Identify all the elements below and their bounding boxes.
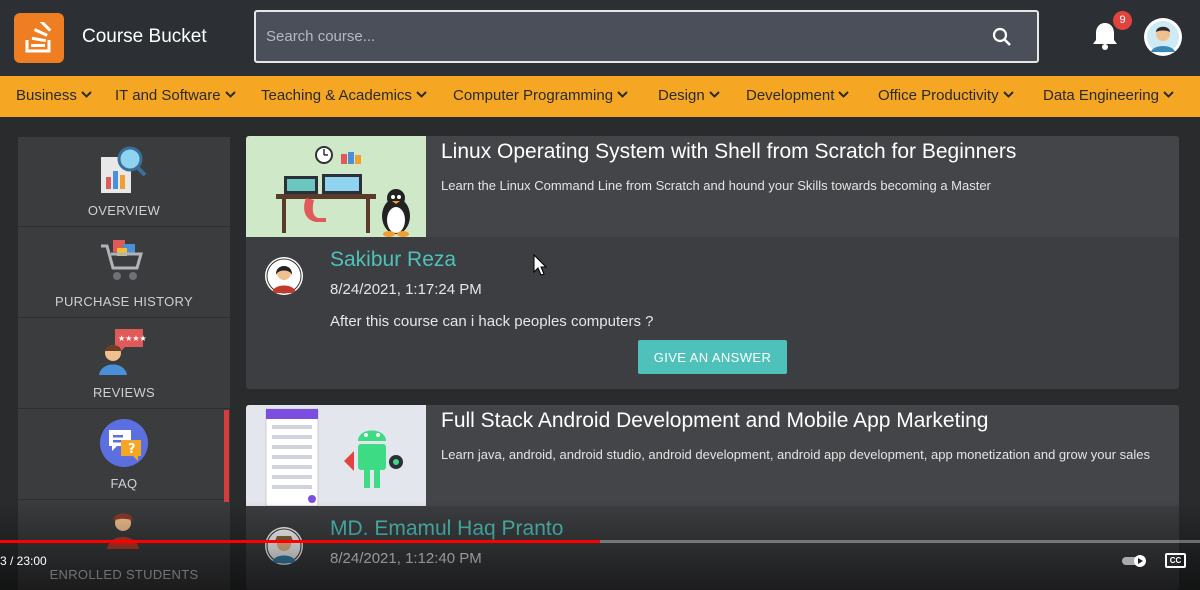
sidebar-item-reviews[interactable]: ★★★★ REVIEWS xyxy=(18,319,230,409)
question-date: 8/24/2021, 1:17:24 PM xyxy=(330,281,482,298)
category-label: Development xyxy=(746,87,835,104)
course-header: Linux Operating System with Shell from S… xyxy=(246,136,1179,237)
user-avatar[interactable] xyxy=(1144,18,1182,56)
video-time: 3 / 23:00 xyxy=(0,554,47,568)
sidebar-item-purchase-history[interactable]: PURCHASE HISTORY xyxy=(18,228,230,318)
course-card: Full Stack Android Development and Mobil… xyxy=(246,405,1179,590)
give-answer-button[interactable]: GIVE AN ANSWER xyxy=(638,340,787,374)
course-thumbnail[interactable] xyxy=(246,405,426,507)
category-label: Data Engineering xyxy=(1043,87,1159,104)
course-title[interactable]: Full Stack Android Development and Mobil… xyxy=(441,409,988,433)
category-nav: Business IT and Software Teaching & Acad… xyxy=(0,76,1200,117)
question-date: 8/24/2021, 1:12:40 PM xyxy=(330,550,482,567)
autoplay-toggle-icon[interactable] xyxy=(1121,554,1149,573)
category-it-software[interactable]: IT and Software xyxy=(115,87,236,104)
search-bar[interactable] xyxy=(254,10,1039,63)
course-description: Learn java, android, android studio, and… xyxy=(441,447,1150,462)
sidebar-item-overview[interactable]: OVERVIEW xyxy=(18,137,230,227)
course-header: Full Stack Android Development and Mobil… xyxy=(246,405,1179,507)
logo-icon[interactable] xyxy=(14,13,64,63)
shopping-cart-icon xyxy=(99,236,147,291)
category-business[interactable]: Business xyxy=(16,87,92,104)
sidebar-item-label: REVIEWS xyxy=(92,385,156,400)
search-icon[interactable] xyxy=(992,27,1012,52)
question-author[interactable]: MD. Emamul Haq Pranto xyxy=(330,517,563,541)
category-label: Office Productivity xyxy=(878,87,999,104)
svg-text:?: ? xyxy=(128,442,136,457)
chevron-down-icon xyxy=(224,91,236,98)
sidebar-item-label: ENROLLED STUDENTS xyxy=(49,567,199,582)
mouse-cursor-icon xyxy=(533,253,548,281)
sidebar-item-enrolled-students[interactable]: ENROLLED STUDENTS xyxy=(18,501,230,590)
sidebar-item-faq[interactable]: ? FAQ xyxy=(18,410,230,500)
category-development[interactable]: Development xyxy=(746,87,850,104)
sidebar-item-label: OVERVIEW xyxy=(87,203,161,218)
sidebar-item-label: PURCHASE HISTORY xyxy=(55,294,193,309)
faq-icon: ? xyxy=(99,418,149,473)
category-teaching-academics[interactable]: Teaching & Academics xyxy=(261,87,427,104)
question-avatar xyxy=(265,527,303,565)
question-avatar xyxy=(265,257,303,295)
search-input[interactable] xyxy=(266,12,966,61)
question-text: After this course can i hack peoples com… xyxy=(330,313,654,330)
category-data-engineering[interactable]: Data Engineering xyxy=(1043,87,1174,104)
chevron-down-icon xyxy=(416,91,427,98)
overview-icon xyxy=(99,145,147,200)
app-title[interactable]: Course Bucket xyxy=(82,26,207,48)
category-label: Business xyxy=(16,87,77,104)
question-author[interactable]: Sakibur Reza xyxy=(330,248,456,272)
dashboard-sidebar: OVERVIEW PURCHASE HISTORY ★★★★ REVIEWS ?… xyxy=(18,137,230,590)
chevron-down-icon xyxy=(1163,91,1174,98)
chevron-down-icon xyxy=(708,91,720,98)
students-icon xyxy=(99,509,147,564)
chevron-down-icon xyxy=(1002,91,1014,98)
video-progress-fill[interactable] xyxy=(0,540,600,543)
course-description: Learn the Linux Command Line from Scratc… xyxy=(441,178,991,193)
sidebar-item-label: FAQ xyxy=(110,476,138,491)
course-title[interactable]: Linux Operating System with Shell from S… xyxy=(441,140,1016,164)
category-label: Design xyxy=(658,87,705,104)
top-header: Course Bucket 9 xyxy=(0,0,1200,76)
category-label: Computer Programming xyxy=(453,87,614,104)
category-label: IT and Software xyxy=(115,87,221,104)
chevron-down-icon xyxy=(81,91,92,98)
category-computer-programming[interactable]: Computer Programming xyxy=(453,87,628,104)
course-card: Linux Operating System with Shell from S… xyxy=(246,136,1179,389)
chevron-down-icon xyxy=(617,91,628,98)
category-design[interactable]: Design xyxy=(658,87,720,104)
captions-button[interactable]: CC xyxy=(1165,553,1186,568)
reviews-icon: ★★★★ xyxy=(99,327,147,382)
main-content: OVERVIEW PURCHASE HISTORY ★★★★ REVIEWS ?… xyxy=(0,117,1200,590)
category-label: Teaching & Academics xyxy=(261,87,412,104)
chevron-down-icon xyxy=(838,91,850,98)
notification-badge: 9 xyxy=(1113,11,1132,30)
course-thumbnail[interactable] xyxy=(246,136,426,237)
active-indicator xyxy=(224,410,229,502)
svg-text:★★★★: ★★★★ xyxy=(118,334,147,343)
category-office-productivity[interactable]: Office Productivity xyxy=(878,87,1014,104)
